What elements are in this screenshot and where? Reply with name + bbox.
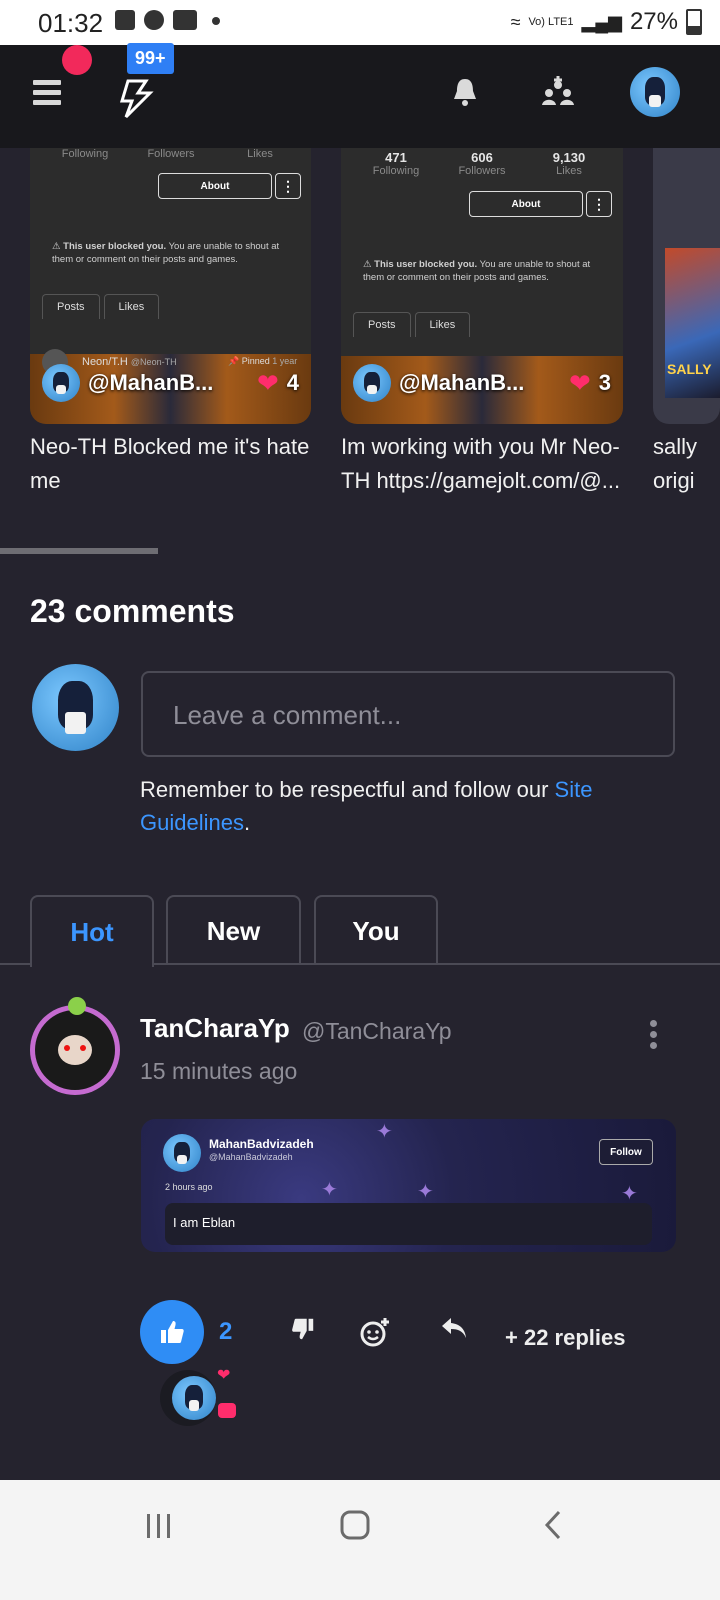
status-bar: 01:32 ≈ Vo) LTE1 ▂▄▆ 27% xyxy=(0,0,720,45)
star-icon: ✦ xyxy=(376,1121,393,1143)
comment-handle[interactable]: @TanCharaYp xyxy=(302,1018,452,1045)
embed-follow-button: Follow xyxy=(599,1139,653,1165)
comment-input[interactable]: Leave a comment... xyxy=(141,671,675,757)
about-button: About xyxy=(158,173,272,199)
author-handle: @MahanB... xyxy=(88,370,214,395)
add-friends-icon[interactable] xyxy=(541,75,575,114)
blocked-notice: ⚠ This user blocked you. You are unable … xyxy=(363,259,591,284)
reaction-avatar xyxy=(172,1376,216,1420)
embed-message: I am Eblan xyxy=(165,1203,652,1245)
user-avatar[interactable] xyxy=(630,67,680,117)
comment-time: 15 minutes ago xyxy=(140,1058,298,1084)
card-3-image-text: SALLY xyxy=(667,361,712,377)
notification-dot xyxy=(62,45,92,75)
post-card-3[interactable]: SALLY xyxy=(653,148,720,424)
embed-avatar xyxy=(163,1134,201,1172)
recent-apps-icon[interactable] xyxy=(145,1512,173,1545)
wifi-icon: ≈ xyxy=(510,11,521,32)
chat-bubble-icon xyxy=(218,1403,236,1418)
stat-followers: 606 Followers xyxy=(458,150,506,177)
embed-name: MahanBadvizadeh xyxy=(209,1137,314,1151)
author-avatar xyxy=(353,364,391,402)
whatsapp-icon xyxy=(144,10,164,30)
thumbs-down-icon xyxy=(292,1318,314,1340)
bell-icon[interactable] xyxy=(452,77,478,112)
add-reaction-button[interactable] xyxy=(359,1316,391,1355)
comment-embedded-image[interactable]: ✦ ✦ ✦ ✦ MahanBadvizadeh @MahanBadvizadeh… xyxy=(141,1119,676,1252)
star-icon: ✦ xyxy=(321,1179,338,1201)
home-icon[interactable] xyxy=(340,1510,370,1545)
like-button[interactable] xyxy=(140,1300,204,1364)
author-handle: @MahanB... xyxy=(399,370,525,395)
embed-handle: @MahanBadvizadeh xyxy=(209,1152,293,1162)
gallery-icon xyxy=(115,10,135,30)
guidelines-end: . xyxy=(243,810,251,835)
back-icon[interactable] xyxy=(543,1510,563,1545)
tab-posts: Posts xyxy=(42,294,100,319)
stat-followers: Followers xyxy=(147,148,195,160)
lte-icon: Vo) LTE1 xyxy=(528,15,574,28)
battery-level: 27% xyxy=(629,8,678,35)
gamejolt-logo-icon[interactable] xyxy=(118,79,154,119)
post-card-1[interactable]: Following Followers Likes About ⋮ ⚠ This… xyxy=(30,148,311,424)
menu-icon[interactable] xyxy=(33,75,61,110)
status-right: ≈ Vo) LTE1 ▂▄▆ 27% xyxy=(511,8,702,36)
signal-icon: ▂▄▆ xyxy=(581,11,622,32)
tab-new[interactable]: New xyxy=(166,895,301,965)
more-notifications-dot xyxy=(212,17,220,25)
tab-likes: Likes xyxy=(103,294,160,319)
my-avatar xyxy=(32,664,119,751)
carousel-scrollbar[interactable] xyxy=(0,548,158,554)
status-time: 01:32 xyxy=(38,8,104,38)
reply-icon xyxy=(442,1318,466,1338)
tab-hot[interactable]: Hot xyxy=(30,895,154,967)
like-count[interactable]: 2 xyxy=(219,1318,232,1346)
commenter-avatar[interactable] xyxy=(30,997,120,1095)
like-count: 3 xyxy=(598,370,611,395)
system-nav-bar xyxy=(0,1480,720,1600)
author-avatar xyxy=(42,364,80,402)
battery-icon xyxy=(686,9,702,35)
youtube-icon xyxy=(173,10,197,30)
heart-icon: ❤ xyxy=(256,367,279,398)
card-1-caption[interactable]: Neo-TH Blocked me it's hate me xyxy=(30,430,315,498)
card-2-caption[interactable]: Im working with you Mr Neo-TH https://ga… xyxy=(341,430,623,498)
comment-more-icon[interactable] xyxy=(650,1020,666,1053)
stat-likes: Likes xyxy=(247,148,273,160)
tab-you[interactable]: You xyxy=(314,895,438,965)
card-footer: @MahanB... ❤ 4 xyxy=(42,364,299,402)
tab-likes: Likes xyxy=(414,312,471,337)
dislike-button[interactable] xyxy=(290,1316,316,1349)
add-emoji-icon xyxy=(360,1318,389,1347)
post-card-2[interactable]: 471 Following 606 Followers 9,130 Likes Abo… xyxy=(341,148,623,424)
stat-following: 471 Following xyxy=(372,150,420,177)
app-header: 99+ xyxy=(0,43,720,148)
card-3-caption[interactable]: sally origi xyxy=(653,430,720,498)
embed-time: 2 hours ago xyxy=(165,1182,213,1192)
heart-icon: ❤ xyxy=(568,367,591,398)
profile-tabs: Posts Likes xyxy=(42,294,163,319)
card-footer: @MahanB... ❤ 3 xyxy=(353,364,611,402)
view-replies-link[interactable]: + 22 replies xyxy=(505,1325,625,1351)
like-count: 4 xyxy=(286,370,299,395)
profile-tabs: Posts Likes xyxy=(353,312,474,337)
comments-title: 23 comments xyxy=(30,593,235,629)
stat-likes: 9,130 Likes xyxy=(552,150,586,177)
notification-badge: 99+ xyxy=(127,43,174,74)
thumbs-up-icon xyxy=(161,1321,184,1343)
blocked-notice: ⚠ This user blocked you. You are unable … xyxy=(52,241,280,266)
more-options-icon: ⋮ xyxy=(586,191,612,217)
star-icon: ✦ xyxy=(417,1181,434,1203)
guidelines-notice: Remember to be respectful and follow our… xyxy=(140,773,680,839)
reply-button[interactable] xyxy=(440,1316,468,1347)
comment-author[interactable]: TanCharaYp xyxy=(140,1013,290,1044)
reaction-users[interactable] xyxy=(160,1370,216,1426)
tab-posts: Posts xyxy=(353,312,411,337)
more-options-icon: ⋮ xyxy=(275,173,301,199)
stat-following: Following xyxy=(61,148,109,160)
heart-icon: ❤ xyxy=(217,1367,231,1384)
about-button: About xyxy=(469,191,583,217)
guidelines-text: Remember to be respectful and follow our xyxy=(140,777,555,802)
